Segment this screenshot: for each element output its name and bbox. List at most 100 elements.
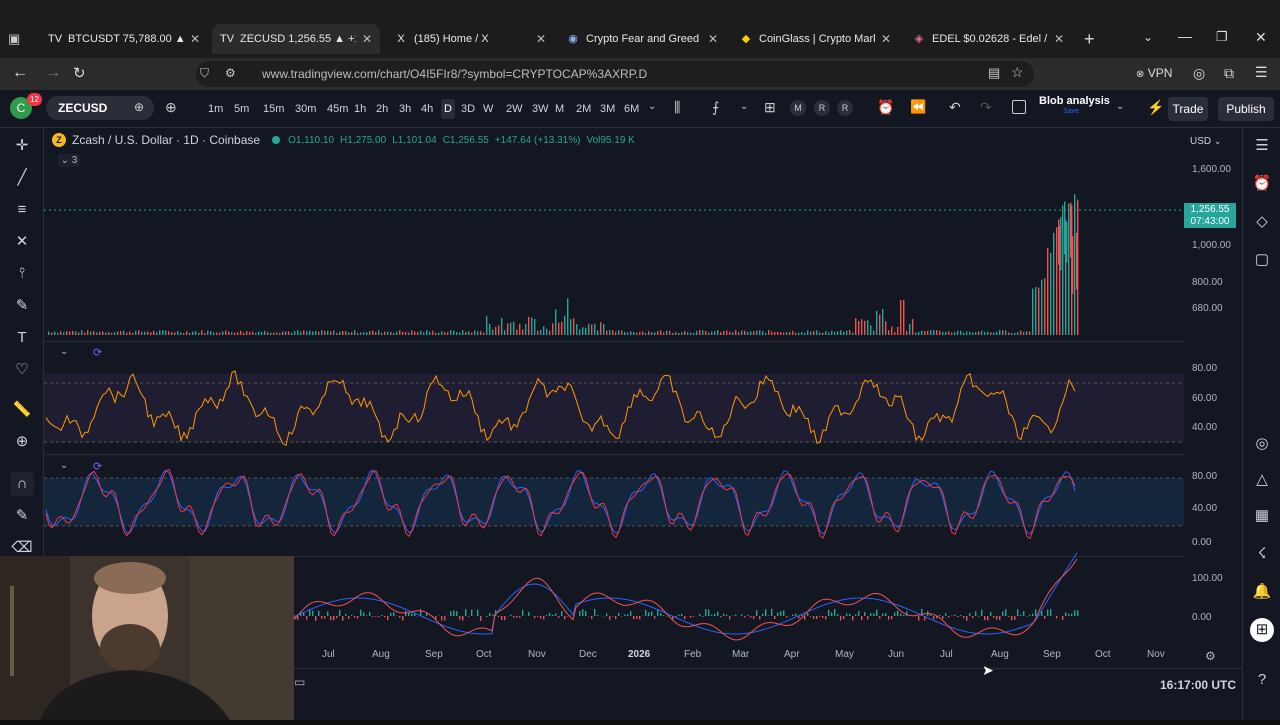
interval-3w[interactable]: 3W <box>532 99 549 119</box>
interval-3h[interactable]: 3h <box>399 99 411 119</box>
close-icon[interactable]: ✕ <box>881 32 891 46</box>
interval-45m[interactable]: 45m <box>327 99 348 119</box>
target-icon[interactable]: ◎ <box>1250 432 1274 456</box>
close-icon[interactable]: ✕ <box>536 32 546 46</box>
interval-2w[interactable]: 2W <box>506 99 523 119</box>
interval-5m[interactable]: 5m <box>234 99 249 119</box>
chevron-down-icon[interactable]: ⌄ <box>740 101 748 112</box>
indicators-collapse-button[interactable]: ⌄ 3 <box>58 154 80 167</box>
pane-collapse-icon[interactable]: ⌄ <box>60 460 68 471</box>
rewind-icon[interactable]: ⏪ <box>910 99 926 115</box>
bookmark-star-icon[interactable]: ☆ <box>1011 64 1024 81</box>
layout-name[interactable]: Blob analysis <box>1039 95 1110 107</box>
object-tree-icon[interactable]: ◇ <box>1250 210 1274 234</box>
candle-type-icon[interactable]: ⫼ <box>674 99 680 116</box>
close-icon[interactable]: ✕ <box>1054 32 1064 46</box>
close-icon[interactable]: ✕ <box>190 32 200 46</box>
chat-icon[interactable]: ▢ <box>1250 248 1274 272</box>
alert-m-icon[interactable]: M <box>790 100 806 116</box>
trade-button[interactable]: Trade <box>1168 97 1208 121</box>
back-icon[interactable]: ← <box>12 64 28 82</box>
pane-collapse-icon[interactable]: ⌄ <box>60 346 68 357</box>
notifications-bell-icon[interactable]: 🔔 <box>1250 580 1274 604</box>
close-icon[interactable]: ✕ <box>362 32 372 46</box>
browser-tab[interactable]: ◉ Crypto Fear and Greed Inde ✕ <box>558 24 726 54</box>
ruler-icon[interactable]: 📏 <box>10 398 34 422</box>
browser-tab[interactable]: ◈ EDEL $0.02628 - Edel / WETI ✕ <box>904 24 1072 54</box>
forecast-icon[interactable]: ⫯ <box>10 262 34 286</box>
panel-toggle-icon[interactable]: ▭ <box>294 675 305 689</box>
interval-30m[interactable]: 30m <box>295 99 316 119</box>
browser-tab[interactable]: ◆ CoinGlass | Crypto Market D ✕ <box>731 24 899 54</box>
minimize-icon[interactable]: — <box>1178 28 1192 44</box>
new-tab-icon[interactable]: + <box>1084 29 1095 50</box>
vpn-badge[interactable]: ⊗ VPN <box>1136 66 1172 80</box>
close-icon[interactable]: ✕ <box>708 32 718 46</box>
chevron-down-icon[interactable]: ⌄ <box>648 101 656 112</box>
browser-tab-active[interactable]: TV ZECUSD 1,256.55 ▲ +13.31% ✕ <box>212 24 380 54</box>
fullscreen-icon[interactable] <box>1012 100 1026 114</box>
interval-15m[interactable]: 15m <box>263 99 284 119</box>
interval-2m[interactable]: 2M <box>576 99 591 119</box>
watchlist-icon[interactable]: ☰ <box>1250 134 1274 158</box>
profile-icon[interactable]: ◎ <box>1193 65 1205 82</box>
browser-tab[interactable]: X (185) Home / X ✕ <box>386 24 554 54</box>
chevron-down-icon[interactable]: ⌄ <box>1116 101 1124 112</box>
compare-icon[interactable]: ⊕ <box>134 100 144 114</box>
calendar-icon[interactable]: ▦ <box>1250 504 1274 528</box>
magnet-icon[interactable]: ∩ <box>10 472 34 496</box>
lock-drawings-icon[interactable]: ✎ <box>10 504 34 528</box>
chart-settings-icon[interactable]: ⚙ <box>1205 649 1216 663</box>
forward-icon[interactable]: → <box>45 64 61 82</box>
undo-icon[interactable]: ↶ <box>949 99 961 116</box>
menu-icon[interactable]: ☰ <box>1255 64 1268 81</box>
zoom-icon[interactable]: ⊕ <box>10 430 34 454</box>
alerts-icon[interactable]: ⏰ <box>1250 172 1274 196</box>
interval-4h[interactable]: 4h <box>421 99 433 119</box>
symbol-title[interactable]: Zcash / U.S. Dollar · 1D · Coinbase <box>72 133 260 147</box>
currency-select[interactable]: USD ⌄ <box>1188 132 1234 150</box>
publish-button[interactable]: Publish <box>1218 97 1274 121</box>
interval-2h[interactable]: 2h <box>376 99 388 119</box>
interval-3d[interactable]: 3D <box>461 99 475 119</box>
interval-1m[interactable]: 1m <box>208 99 223 119</box>
pattern-icon[interactable]: ✕ <box>10 230 34 254</box>
macd-histogram-bar <box>624 615 625 616</box>
interval-m[interactable]: M <box>555 99 564 119</box>
trendline-icon[interactable]: ╱ <box>10 166 34 190</box>
screenshot-icon[interactable]: ▤ <box>988 65 1000 81</box>
tab-search-icon[interactable]: ⌄ <box>1143 30 1153 44</box>
replay-r2-icon[interactable]: R <box>837 100 853 116</box>
alert-clock-icon[interactable]: ⏰ <box>877 99 894 116</box>
redo-icon[interactable]: ↷ <box>980 99 992 116</box>
interval-w[interactable]: W <box>483 99 493 119</box>
reload-icon[interactable]: ↻ <box>73 64 86 82</box>
layout-grid-icon[interactable]: ⊞ <box>764 99 776 116</box>
interval-d[interactable]: D <box>441 99 455 119</box>
site-settings-icon[interactable]: ⚙ <box>225 66 236 80</box>
apps-grid-icon[interactable]: ⊞ <box>1250 618 1274 642</box>
interval-3m[interactable]: 3M <box>600 99 615 119</box>
fib-retracement-icon[interactable]: ≡ <box>10 198 34 222</box>
stream-icon[interactable]: ☇ <box>1250 542 1274 566</box>
help-icon[interactable]: ? <box>1250 668 1274 692</box>
crosshair-icon[interactable]: ✛ <box>10 134 34 158</box>
tab-actions-icon[interactable]: ▣ <box>8 31 26 47</box>
favorites-heart-icon[interactable]: ♡ <box>10 358 34 382</box>
interval-6m[interactable]: 6M <box>624 99 639 119</box>
url-field[interactable]: www.tradingview.com/chart/O4I5FIr8/?symb… <box>196 61 1034 87</box>
restore-icon[interactable]: ❐ <box>1216 29 1228 45</box>
interval-1h[interactable]: 1h <box>354 99 366 119</box>
text-tool-icon[interactable]: T <box>10 326 34 350</box>
replay-r-icon[interactable]: R <box>814 100 830 116</box>
indicators-icon[interactable]: ⨍ <box>712 99 719 116</box>
window-close-icon[interactable]: ✕ <box>1255 29 1267 46</box>
extensions-icon[interactable]: ⧉ <box>1224 65 1234 82</box>
browser-tab[interactable]: TV BTCUSDT 75,788.00 ▲ +0.19 ✕ <box>40 24 208 54</box>
brush-icon[interactable]: ✎ <box>10 294 34 318</box>
utc-clock[interactable]: 16:17:00 UTC <box>1160 678 1236 692</box>
quick-search-icon[interactable]: ⚡ <box>1147 99 1164 116</box>
site-security-icon[interactable]: ⛉ <box>200 66 209 81</box>
add-symbol-icon[interactable]: ⊕ <box>165 99 177 116</box>
ideas-icon[interactable]: △ <box>1250 468 1274 492</box>
